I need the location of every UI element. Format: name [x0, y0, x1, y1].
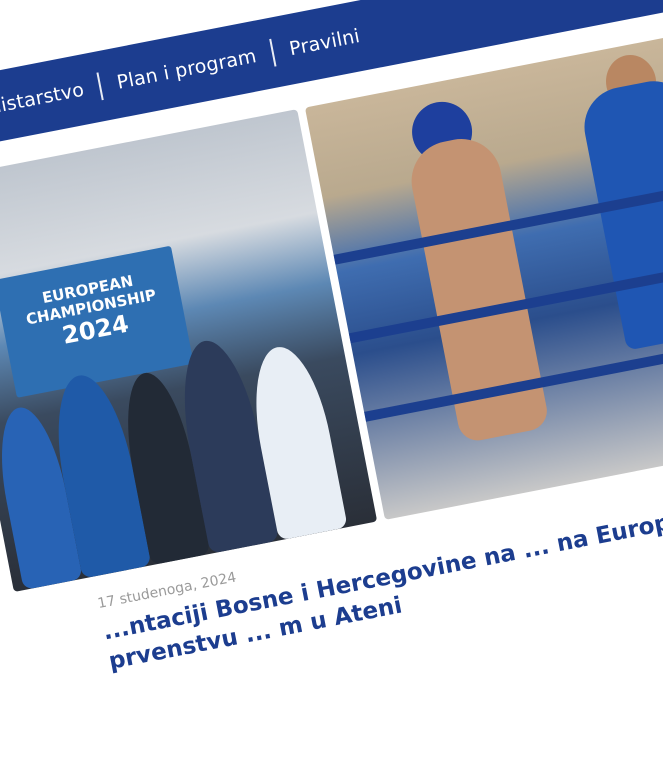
page-canvas: Ministarstvo Plan i program Pravilni EUR… [0, 0, 663, 762]
nav-item-plan-i-program[interactable]: Plan i program [99, 42, 274, 97]
nav-item-pravilnici[interactable]: Pravilni [272, 22, 378, 63]
nav-item-ministarstvo[interactable]: Ministarstvo [0, 76, 102, 126]
